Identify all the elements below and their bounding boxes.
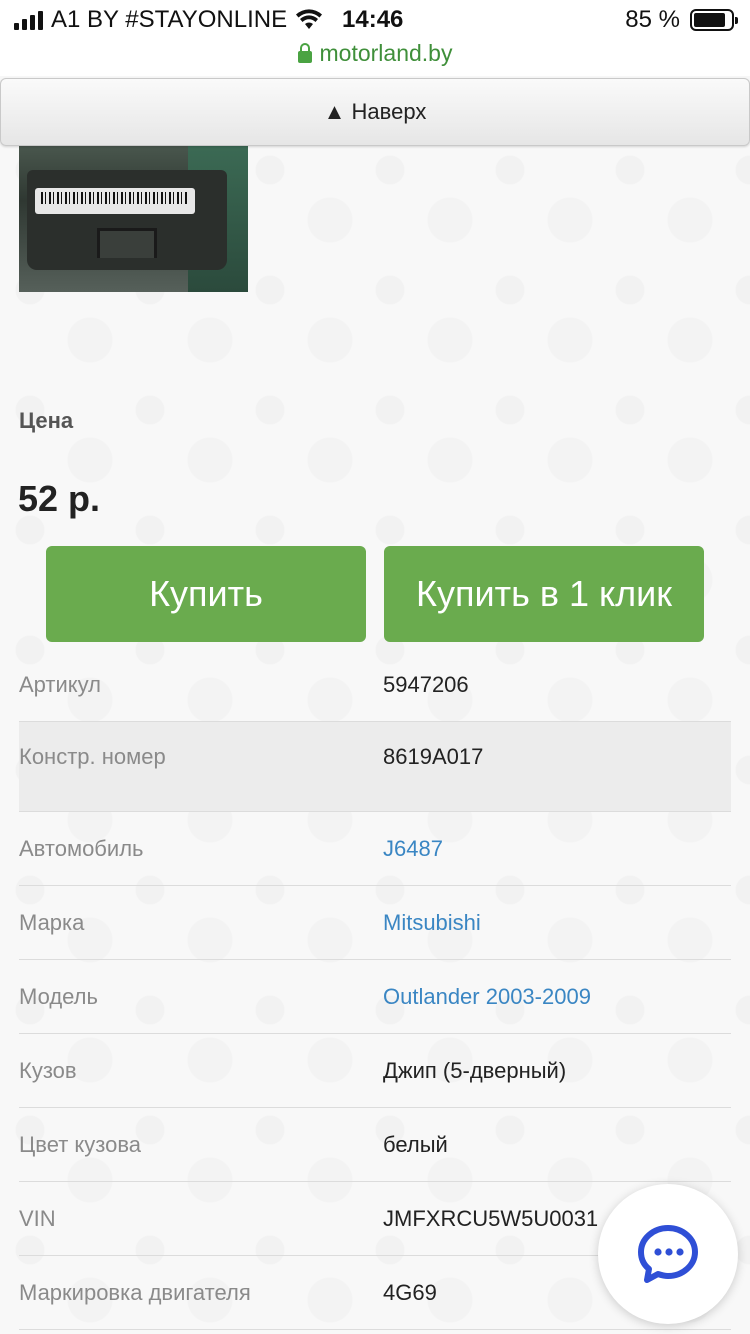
spec-link-model[interactable]: Outlander 2003-2009 xyxy=(383,984,591,1010)
spec-row: Модель Outlander 2003-2009 xyxy=(19,960,731,1034)
status-right: 85 % xyxy=(625,6,738,34)
spec-key: Модель xyxy=(19,984,98,1009)
spec-value: 4G69 xyxy=(383,1280,437,1305)
spec-value: 8619A017 xyxy=(383,744,484,769)
spec-key: Цвет кузова xyxy=(19,1132,142,1157)
status-time: 14:46 xyxy=(342,6,404,33)
spec-row: Автомобиль J6487 xyxy=(19,812,731,886)
spec-value: белый xyxy=(383,1132,448,1157)
address-bar[interactable]: motorland.by xyxy=(0,38,750,76)
spec-key: Артикул xyxy=(19,672,102,697)
battery-level xyxy=(694,13,725,27)
spec-key: Автомобиль xyxy=(19,836,144,861)
product-photo[interactable] xyxy=(19,140,248,292)
signal-icon xyxy=(14,10,43,30)
battery-icon xyxy=(690,9,738,31)
price-label: Цена xyxy=(19,408,74,433)
scroll-to-top-label: ▲ Наверх xyxy=(323,99,427,124)
url-display[interactable]: motorland.by xyxy=(297,40,453,67)
page-content: Цена 52 р. Купить Купить в 1 клик Артику… xyxy=(0,0,750,1334)
scroll-to-top-button[interactable]: ▲ Наверх xyxy=(0,78,750,146)
spec-value: Джип (5-дверный) xyxy=(383,1058,567,1083)
spec-row: Марка Mitsubishi xyxy=(19,886,731,960)
spec-row: Констр. номер 8619A017 xyxy=(19,722,731,812)
spec-row: Артикул 5947206 xyxy=(19,648,731,722)
spec-key: Марка xyxy=(19,910,85,935)
spec-key: VIN xyxy=(19,1206,56,1231)
spec-value: JMFXRCU5W5U0031 xyxy=(383,1206,599,1231)
url-text: motorland.by xyxy=(319,40,453,66)
spec-value: 5947206 xyxy=(383,672,469,697)
spec-row: Кузов Джип (5-дверный) xyxy=(19,1034,731,1108)
price-value: 52 р. xyxy=(18,478,101,519)
status-left: A1 BY #STAYONLINE xyxy=(14,6,323,34)
battery-percent: 85 % xyxy=(625,6,680,33)
spec-key: Констр. номер xyxy=(19,744,166,769)
chat-button[interactable] xyxy=(598,1184,738,1324)
spec-link-car[interactable]: J6487 xyxy=(383,836,443,862)
spec-key: Маркировка двигателя xyxy=(19,1280,251,1305)
spec-key: Кузов xyxy=(19,1058,77,1083)
spec-row: Цвет кузова белый xyxy=(19,1108,731,1182)
lock-icon xyxy=(297,42,312,63)
carrier-name: A1 BY #STAYONLINE xyxy=(51,6,288,33)
barcode-image xyxy=(41,192,189,204)
wifi-icon xyxy=(296,9,323,29)
buy-one-click-button[interactable]: Купить в 1 клик xyxy=(384,546,704,642)
status-bar: A1 BY #STAYONLINE 14:46 85 % xyxy=(0,0,750,40)
chat-icon xyxy=(638,1225,698,1283)
buy-button[interactable]: Купить xyxy=(46,546,366,642)
spec-link-brand[interactable]: Mitsubishi xyxy=(383,910,481,936)
